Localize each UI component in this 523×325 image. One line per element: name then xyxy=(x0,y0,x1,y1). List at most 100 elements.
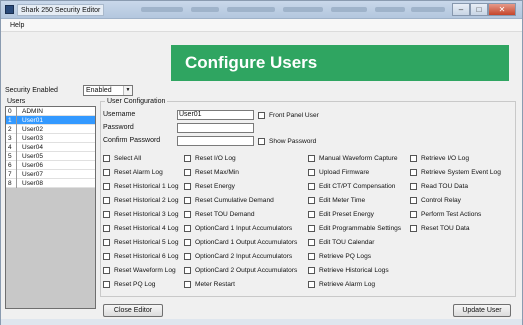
permission-checkbox[interactable]: Edit Preset Energy xyxy=(308,210,374,219)
permission-checkbox[interactable]: Retrieve PQ Logs xyxy=(308,252,371,261)
user-row[interactable]: 5 User05 xyxy=(6,152,95,161)
checkbox-box[interactable] xyxy=(410,211,417,218)
permission-checkbox[interactable]: OptionCard 1 Output Accumulators xyxy=(184,238,297,247)
checkbox-box[interactable] xyxy=(184,239,191,246)
checkbox-box[interactable] xyxy=(308,253,315,260)
user-name: User07 xyxy=(22,171,43,178)
permission-checkbox[interactable]: Reset PQ Log xyxy=(103,280,155,289)
checkbox-box[interactable] xyxy=(184,169,191,176)
user-row[interactable]: 8 User08 xyxy=(6,179,95,188)
checkbox-box[interactable] xyxy=(103,183,110,190)
permission-checkbox[interactable]: Reset Historical 3 Log xyxy=(103,210,179,219)
checkbox-box[interactable] xyxy=(103,281,110,288)
permission-checkbox[interactable]: Control Relay xyxy=(410,196,461,205)
checkbox-box[interactable] xyxy=(308,197,315,204)
permission-checkbox[interactable]: Edit CT/PT Compensation xyxy=(308,182,395,191)
permission-checkbox[interactable]: OptionCard 1 Input Accumulators xyxy=(184,224,292,233)
checkbox-box[interactable] xyxy=(410,183,417,190)
checkbox-box[interactable] xyxy=(184,267,191,274)
front-panel-user-checkbox[interactable]: Front Panel User xyxy=(258,111,319,120)
permission-checkbox[interactable]: Reset Energy xyxy=(184,182,235,191)
minimize-icon[interactable]: – xyxy=(452,3,470,16)
permission-checkbox[interactable]: Reset Cumulative Demand xyxy=(184,196,274,205)
permission-checkbox[interactable]: Perform Test Actions xyxy=(410,210,481,219)
blurred-tab xyxy=(283,7,323,12)
checkbox-box[interactable] xyxy=(103,239,110,246)
update-user-button[interactable]: Update User xyxy=(453,304,511,317)
permission-checkbox[interactable]: Edit Meter Time xyxy=(308,196,365,205)
permission-checkbox[interactable]: OptionCard 2 Input Accumulators xyxy=(184,252,292,261)
checkbox-box[interactable] xyxy=(184,253,191,260)
checkbox-box[interactable] xyxy=(184,183,191,190)
checkbox-box[interactable] xyxy=(308,239,315,246)
permission-checkbox[interactable]: Reset Historical 6 Log xyxy=(103,252,179,261)
permission-checkbox[interactable]: Retrieve System Event Log xyxy=(410,168,501,177)
checkbox-box[interactable] xyxy=(410,197,417,204)
checkbox-box[interactable] xyxy=(184,281,191,288)
permission-checkbox[interactable]: Edit Programmable Settings xyxy=(308,224,401,233)
permission-checkbox[interactable]: Reset I/O Log xyxy=(184,154,236,163)
checkbox-box[interactable] xyxy=(184,197,191,204)
checkbox-box[interactable] xyxy=(308,211,315,218)
chevron-down-icon[interactable]: ▼ xyxy=(123,86,132,95)
show-password-checkbox[interactable]: Show Password xyxy=(258,137,316,146)
user-row[interactable]: 7 User07 xyxy=(6,170,95,179)
checkbox-box[interactable] xyxy=(410,225,417,232)
permission-checkbox[interactable]: Upload Firmware xyxy=(308,168,369,177)
user-row[interactable]: 0 ADMIN xyxy=(6,107,95,116)
users-list[interactable]: 0 ADMIN 1 User01 2 User02 3 User03 4 Use… xyxy=(5,106,96,309)
checkbox-box[interactable] xyxy=(184,155,191,162)
permission-checkbox[interactable]: Edit TOU Calendar xyxy=(308,238,374,247)
user-row[interactable]: 4 User04 xyxy=(6,143,95,152)
user-row[interactable]: 3 User03 xyxy=(6,134,95,143)
permission-checkbox[interactable]: Retrieve Historical Logs xyxy=(308,266,389,275)
checkbox-box[interactable] xyxy=(103,169,110,176)
permission-checkbox[interactable]: Retrieve Alarm Log xyxy=(308,280,375,289)
title-bar[interactable]: Shark 250 Security Editor – □ ✕ xyxy=(1,1,522,19)
checkbox-box[interactable] xyxy=(184,225,191,232)
checkbox-box[interactable] xyxy=(258,138,265,145)
permission-checkbox[interactable]: Reset Historical 1 Log xyxy=(103,182,179,191)
checkbox-box[interactable] xyxy=(308,183,315,190)
user-row[interactable]: 6 User06 xyxy=(6,161,95,170)
user-row[interactable]: 1 User01 xyxy=(6,116,95,125)
permission-checkbox[interactable]: Meter Restart xyxy=(184,280,235,289)
permission-checkbox[interactable]: Select All xyxy=(103,154,141,163)
permission-checkbox[interactable]: OptionCard 2 Output Accumulators xyxy=(184,266,297,275)
user-row[interactable]: 2 User02 xyxy=(6,125,95,134)
permission-checkbox[interactable]: Reset Alarm Log xyxy=(103,168,163,177)
checkbox-box[interactable] xyxy=(308,225,315,232)
checkbox-box[interactable] xyxy=(103,197,110,204)
permission-checkbox[interactable]: Read TOU Data xyxy=(410,182,468,191)
checkbox-box[interactable] xyxy=(308,169,315,176)
menu-help[interactable]: Help xyxy=(7,20,27,31)
permission-checkbox[interactable]: Reset Historical 5 Log xyxy=(103,238,179,247)
checkbox-box[interactable] xyxy=(103,253,110,260)
checkbox-box[interactable] xyxy=(410,169,417,176)
checkbox-box[interactable] xyxy=(103,211,110,218)
permission-checkbox[interactable]: Reset Max/Min xyxy=(184,168,239,177)
checkbox-box[interactable] xyxy=(308,281,315,288)
permission-checkbox[interactable]: Manual Waveform Capture xyxy=(308,154,398,163)
maximize-icon[interactable]: □ xyxy=(470,3,488,16)
checkbox-box[interactable] xyxy=(184,211,191,218)
password-field[interactable] xyxy=(177,123,254,133)
checkbox-box[interactable] xyxy=(308,267,315,274)
username-field[interactable]: User01 xyxy=(177,110,254,120)
permission-checkbox[interactable]: Reset TOU Demand xyxy=(184,210,255,219)
permission-checkbox[interactable]: Reset TOU Data xyxy=(410,224,470,233)
permission-checkbox[interactable]: Reset Waveform Log xyxy=(103,266,176,275)
close-icon[interactable]: ✕ xyxy=(488,3,516,16)
close-editor-button[interactable]: Close Editor xyxy=(103,304,163,317)
checkbox-box[interactable] xyxy=(103,155,110,162)
checkbox-box[interactable] xyxy=(410,155,417,162)
permission-checkbox[interactable]: Retrieve I/O Log xyxy=(410,154,469,163)
checkbox-box[interactable] xyxy=(308,155,315,162)
checkbox-box[interactable] xyxy=(103,267,110,274)
permission-checkbox[interactable]: Reset Historical 4 Log xyxy=(103,224,179,233)
permission-checkbox[interactable]: Reset Historical 2 Log xyxy=(103,196,179,205)
security-enabled-select[interactable]: Enabled ▼ xyxy=(83,85,133,96)
checkbox-box[interactable] xyxy=(103,225,110,232)
confirm-password-field[interactable] xyxy=(177,136,254,146)
checkbox-box[interactable] xyxy=(258,112,265,119)
